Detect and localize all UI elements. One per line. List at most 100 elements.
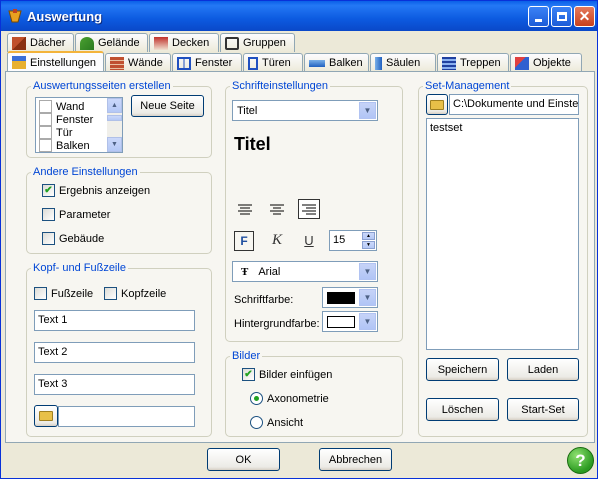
chevron-down-icon[interactable]: ▼ (359, 263, 376, 280)
minimize-icon (535, 19, 542, 22)
scroll-thumb[interactable] (107, 115, 122, 121)
align-center-icon[interactable] (266, 200, 288, 218)
set-path-field[interactable]: C:\Dokumente und Einste (449, 94, 579, 115)
checkbox-box (42, 232, 55, 245)
settings-panel: Auswertungsseiten erstellen Wand Fenster… (5, 71, 595, 443)
bg-color-swatch (327, 315, 355, 328)
page-tuer-checkbox[interactable] (39, 126, 52, 139)
underline-icon[interactable]: U (298, 231, 320, 249)
tab-decken[interactable]: Decken (149, 33, 219, 52)
column-icon (375, 56, 382, 70)
list-item[interactable]: Wand (39, 100, 84, 113)
spin-up-icon[interactable]: ▲ (362, 232, 375, 240)
terrain-icon (80, 36, 94, 50)
group-auswertungsseiten-legend: Auswertungsseiten erstellen (33, 80, 171, 92)
list-item[interactable]: testset (427, 119, 578, 137)
kopfzeile-checkbox[interactable]: Kopfzeile (104, 287, 166, 300)
bilder-einfuegen-checkbox[interactable]: ✔ Bilder einfügen (242, 368, 332, 381)
page-wand-checkbox[interactable] (39, 100, 52, 113)
window: Auswertung ✕ Dächer Gelände Decken Grupp… (0, 0, 598, 479)
close-icon: ✕ (578, 8, 591, 24)
group-schrift-legend: Schrifteinstellungen (232, 80, 329, 92)
header-path-field[interactable] (58, 406, 195, 427)
chevron-down-icon[interactable]: ▼ (359, 313, 376, 330)
tab-fenster[interactable]: Fenster (172, 53, 242, 72)
set-list[interactable]: testset (426, 118, 579, 350)
italic-icon[interactable]: K (266, 231, 288, 249)
checkmark-icon: ✔ (242, 368, 255, 381)
tab-saeulen[interactable]: Säulen (370, 53, 436, 72)
truetype-icon: Ŧ (241, 265, 249, 278)
bg-color-select[interactable]: ▼ (322, 311, 378, 332)
set-browse-button[interactable] (426, 94, 448, 115)
tab-objekte[interactable]: Objekte (510, 53, 582, 72)
spin-down-icon[interactable]: ▼ (362, 241, 375, 249)
ansicht-radio[interactable]: Ansicht (250, 416, 303, 429)
roof-icon (12, 36, 26, 50)
fusszeile-checkbox[interactable]: Fußzeile (34, 287, 93, 300)
schriftfarbe-label: Schriftfarbe: (234, 294, 294, 306)
close-button[interactable]: ✕ (574, 6, 595, 27)
group-andere-legend: Andere Einstellungen (33, 166, 138, 178)
page-type-list[interactable]: Wand Fenster Tür Balken ▲ ▼ (35, 97, 123, 153)
list-item[interactable]: Balken (39, 139, 90, 152)
scroll-up-icon[interactable]: ▲ (107, 98, 122, 113)
browse-button[interactable] (34, 405, 58, 427)
tab-treppen[interactable]: Treppen (437, 53, 509, 72)
window-title: Auswertung (27, 8, 103, 24)
bold-icon[interactable]: F (234, 231, 254, 251)
maximize-button[interactable] (551, 6, 572, 27)
tab-daecher[interactable]: Dächer (7, 33, 74, 52)
align-left-icon[interactable] (234, 200, 256, 218)
group-icon (225, 36, 239, 50)
list-scrollbar[interactable]: ▲ ▼ (107, 98, 122, 152)
text-color-swatch (327, 291, 355, 304)
ergebnis-checkbox[interactable]: ✔ Ergebnis anzeigen (42, 184, 150, 197)
stairs-icon (442, 56, 456, 70)
tab-balken[interactable]: Balken (304, 53, 369, 72)
checkmark-icon: ✔ (42, 184, 55, 197)
list-item[interactable]: Tür (39, 126, 73, 139)
minimize-button[interactable] (528, 6, 549, 27)
align-right-icon[interactable] (298, 199, 320, 219)
group-bilder-legend: Bilder (232, 350, 261, 362)
help-icon[interactable]: ? (567, 447, 594, 474)
loeschen-button[interactable]: Löschen (426, 398, 499, 421)
hintergrundfarbe-label: Hintergrundfarbe: (234, 318, 320, 330)
axonometrie-radio[interactable]: Axonometrie (250, 392, 329, 405)
speichern-button[interactable]: Speichern (426, 358, 499, 381)
gebaeude-checkbox[interactable]: Gebäude (42, 232, 104, 245)
tab-gruppen[interactable]: Gruppen (220, 33, 295, 52)
list-item[interactable]: Fenster (39, 113, 93, 126)
new-page-button[interactable]: Neue Seite (131, 95, 204, 117)
text3-field[interactable]: Text 3 (34, 374, 195, 395)
ok-button[interactable]: OK (207, 448, 280, 471)
window-icon (177, 56, 191, 70)
font-size-spinner[interactable]: ▲ ▼ (362, 232, 375, 249)
checkbox-box (34, 287, 47, 300)
scroll-down-icon[interactable]: ▼ (107, 137, 122, 152)
laden-button[interactable]: Laden (507, 358, 579, 381)
page-fenster-checkbox[interactable] (39, 113, 52, 126)
tab-gelaende[interactable]: Gelände (75, 33, 148, 52)
checkbox-box (42, 208, 55, 221)
page-balken-checkbox[interactable] (39, 139, 52, 152)
startset-button[interactable]: Start-Set (507, 398, 579, 421)
tab-waende[interactable]: Wände (105, 53, 171, 72)
chevron-down-icon[interactable]: ▼ (359, 102, 376, 119)
text2-field[interactable]: Text 2 (34, 342, 195, 363)
tab-einstellungen[interactable]: Einstellungen (7, 51, 104, 72)
abbrechen-button[interactable]: Abbrechen (319, 448, 392, 471)
title-bar[interactable]: Auswertung ✕ (1, 1, 597, 31)
text-color-select[interactable]: ▼ (322, 287, 378, 308)
style-select[interactable]: Titel ▼ (232, 100, 378, 121)
chevron-down-icon[interactable]: ▼ (359, 289, 376, 306)
parameter-checkbox[interactable]: Parameter (42, 208, 110, 221)
app-icon (8, 9, 22, 23)
folder-icon (39, 411, 53, 421)
checkbox-box (104, 287, 117, 300)
font-select[interactable]: Ŧ Arial ▼ (232, 261, 378, 282)
tab-tueren[interactable]: Türen (243, 53, 303, 72)
ceiling-icon (154, 36, 168, 50)
text1-field[interactable]: Text 1 (34, 310, 195, 331)
